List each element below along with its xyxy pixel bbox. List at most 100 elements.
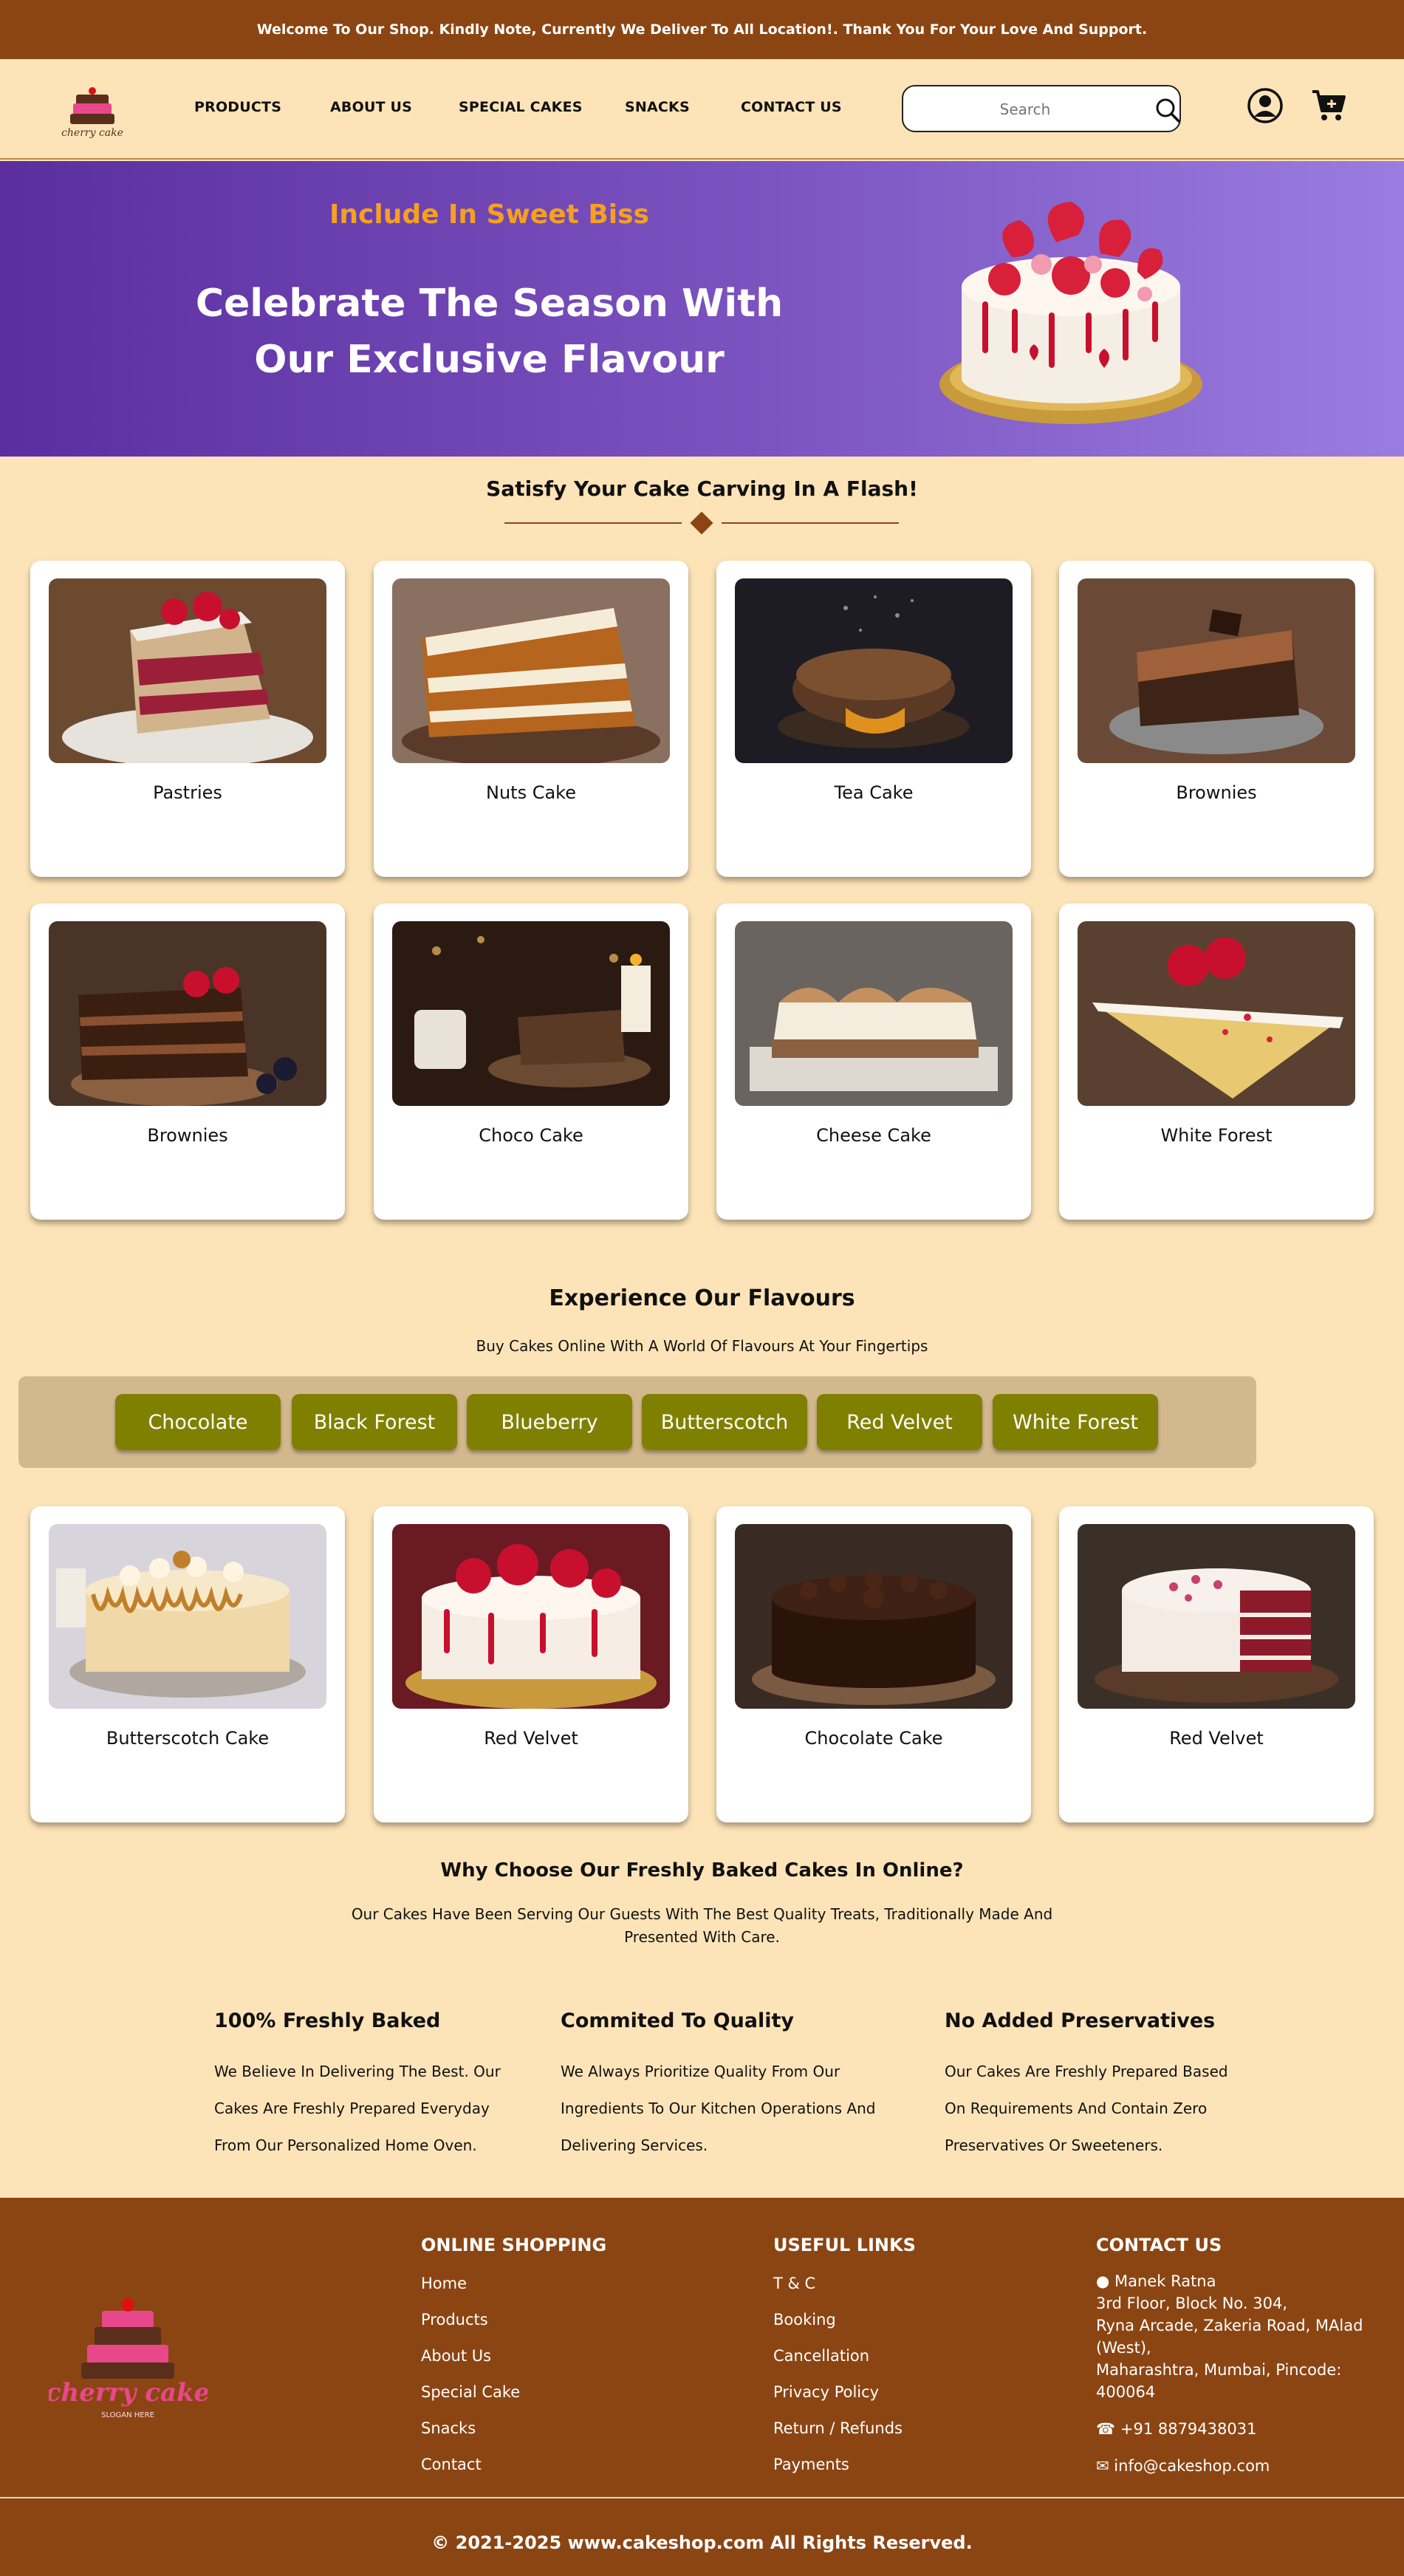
- category-card[interactable]: White Forest: [1059, 903, 1374, 1220]
- category-card[interactable]: Choco Cake: [374, 903, 688, 1220]
- why-text: We Believe In Delivering The Best. Our C…: [214, 2063, 501, 2154]
- search-icon[interactable]: [1154, 97, 1181, 126]
- footer-link-contact[interactable]: Contact: [421, 2456, 606, 2473]
- site-header: cherry cake PRODUCTS ABOUT US SPECIAL CA…: [0, 59, 1404, 160]
- contact-address: ● Manek Ratna 3rd Floor, Block No. 304, …: [1096, 2270, 1399, 2403]
- contact-email[interactable]: info@cakeshop.com: [1114, 2457, 1270, 2475]
- location-icon: ●: [1096, 2272, 1110, 2290]
- flavour-label: Red Velvet: [484, 1728, 578, 1749]
- category-label: Tea Cake: [834, 782, 914, 803]
- footer-link-privacy[interactable]: Privacy Policy: [773, 2383, 916, 2401]
- category-card[interactable]: Pastries: [30, 561, 345, 877]
- categories-title: Satisfy Your Cake Carving In A Flash!: [486, 476, 918, 501]
- category-card[interactable]: Nuts Cake: [374, 561, 688, 877]
- tea-cake-image: [735, 578, 1013, 763]
- nav-snacks[interactable]: SNACKS: [625, 99, 690, 115]
- footer-logo-text: cherry cake: [49, 2378, 208, 2408]
- footer-divider: [0, 2497, 1404, 2498]
- hero-banner: Include In Sweet Biss Celebrate The Seas…: [0, 161, 1404, 457]
- flavour-label: Butterscotch Cake: [106, 1728, 270, 1749]
- contact-phone-row[interactable]: ☎ +91 8879438031: [1096, 2418, 1399, 2440]
- category-card[interactable]: Brownies: [30, 903, 345, 1220]
- contact-email-row[interactable]: ✉ info@cakeshop.com: [1096, 2455, 1399, 2477]
- chocolate-cake-image: [735, 1524, 1013, 1709]
- contact-phone[interactable]: +91 8879438031: [1120, 2420, 1257, 2438]
- why-column-preservatives: No Added Preservatives Our Cakes Are Fre…: [945, 2009, 1255, 2164]
- contact-name: Manek Ratna: [1114, 2272, 1216, 2290]
- footer-link-tc[interactable]: T & C: [773, 2275, 916, 2292]
- logo-text: cherry cake: [61, 127, 123, 139]
- flavour-label: Chocolate Cake: [804, 1728, 943, 1749]
- category-card[interactable]: Tea Cake: [716, 561, 1031, 877]
- footer-link-about[interactable]: About Us: [421, 2347, 606, 2365]
- choco-cake-image: [392, 921, 670, 1106]
- flavours-subtitle: Buy Cakes Online With A World Of Flavour…: [476, 1337, 928, 1355]
- why-text: Our Cakes Are Freshly Prepared Based On …: [945, 2063, 1228, 2154]
- footer-contact: CONTACT US ● Manek Ratna 3rd Floor, Bloc…: [1096, 2235, 1399, 2477]
- logo[interactable]: cherry cake: [56, 80, 129, 140]
- why-title: Why Choose Our Freshly Baked Cakes In On…: [440, 1859, 964, 1882]
- footer-heading: CONTACT US: [1096, 2235, 1222, 2255]
- brownies-image: [49, 921, 326, 1106]
- footer-link-booking[interactable]: Booking: [773, 2311, 916, 2329]
- why-heading: 100% Freshly Baked: [214, 2009, 441, 2032]
- nav-products[interactable]: PRODUCTS: [194, 99, 281, 115]
- why-subtitle: Our Cakes Have Been Serving Our Guests W…: [351, 1905, 1053, 1946]
- announcement-bar: Welcome To Our Shop. Kindly Note, Curren…: [0, 0, 1404, 59]
- hero-title: Celebrate The Season With Our Exclusive …: [195, 281, 784, 382]
- footer-logo[interactable]: cherry cake SLOGAN HERE: [46, 2290, 210, 2423]
- footer-link-special-cake[interactable]: Special Cake: [421, 2383, 606, 2401]
- category-label: Brownies: [147, 1125, 228, 1146]
- footer-useful: USEFUL LINKS T & C Booking Cancellation …: [773, 2235, 916, 2473]
- category-card[interactable]: Cheese Cake: [716, 903, 1031, 1220]
- footer-link-snacks[interactable]: Snacks: [421, 2419, 606, 2437]
- tab-white-forest[interactable]: White Forest: [993, 1394, 1158, 1450]
- search-input[interactable]: [918, 94, 1132, 125]
- footer-shopping: ONLINE SHOPPING Home Products About Us S…: [421, 2235, 606, 2473]
- phone-icon: ☎: [1096, 2420, 1116, 2438]
- cart-icon[interactable]: [1311, 87, 1346, 126]
- red-velvet-image: [392, 1524, 670, 1709]
- search-box: [902, 85, 1181, 132]
- nav-about-us[interactable]: ABOUT US: [330, 99, 412, 115]
- category-label: Choco Cake: [479, 1125, 583, 1146]
- contact-address-line2: Ryna Arcade, Zakeria Road, MAlad (West),: [1096, 2317, 1363, 2357]
- footer-logo-slogan: SLOGAN HERE: [101, 2411, 154, 2419]
- copyright: © 2021-2025 www.cakeshop.com All Rights …: [431, 2532, 973, 2553]
- footer-heading: ONLINE SHOPPING: [421, 2235, 607, 2255]
- flavour-card[interactable]: Red Velvet: [1059, 1506, 1374, 1822]
- footer-heading: USEFUL LINKS: [773, 2235, 916, 2255]
- divider-right: [722, 522, 899, 524]
- tab-butterscotch[interactable]: Butterscotch: [642, 1394, 807, 1450]
- nuts-cake-image: [392, 578, 670, 763]
- tab-blueberry[interactable]: Blueberry: [467, 1394, 632, 1450]
- footer-link-home[interactable]: Home: [421, 2275, 606, 2292]
- why-heading: Commited To Quality: [561, 2009, 795, 2032]
- flavour-card[interactable]: Red Velvet: [374, 1506, 688, 1822]
- hero-kicker: Include In Sweet Biss: [329, 199, 649, 230]
- brownies-image: [1078, 578, 1355, 763]
- footer-link-cancellation[interactable]: Cancellation: [773, 2347, 916, 2365]
- flavour-card[interactable]: Chocolate Cake: [716, 1506, 1031, 1822]
- why-text: We Always Prioritize Quality From Our In…: [561, 2063, 876, 2154]
- why-column-fresh: 100% Freshly Baked We Believe In Deliver…: [214, 2009, 524, 2164]
- butterscotch-cake-image: [49, 1524, 326, 1709]
- nav-special-cakes[interactable]: SPECIAL CAKES: [459, 99, 583, 115]
- user-icon[interactable]: [1247, 87, 1284, 127]
- announcement-text: Welcome To Our Shop. Kindly Note, Curren…: [256, 21, 1148, 38]
- category-label: White Forest: [1160, 1125, 1273, 1146]
- category-card[interactable]: Brownies: [1059, 561, 1374, 877]
- nav-contact-us[interactable]: CONTACT US: [741, 99, 842, 115]
- diamond-ornament: [690, 511, 713, 535]
- footer-link-returns[interactable]: Return / Refunds: [773, 2419, 916, 2437]
- tab-black-forest[interactable]: Black Forest: [292, 1394, 457, 1450]
- tab-chocolate[interactable]: Chocolate: [115, 1394, 281, 1450]
- category-label: Cheese Cake: [816, 1125, 931, 1146]
- divider-left: [504, 522, 682, 524]
- pastries-image: [49, 578, 326, 763]
- footer-link-payments[interactable]: Payments: [773, 2456, 916, 2473]
- footer-link-products[interactable]: Products: [421, 2311, 606, 2329]
- tab-red-velvet[interactable]: Red Velvet: [817, 1394, 982, 1450]
- flavours-title: Experience Our Flavours: [549, 1285, 855, 1311]
- flavour-card[interactable]: Butterscotch Cake: [30, 1506, 345, 1822]
